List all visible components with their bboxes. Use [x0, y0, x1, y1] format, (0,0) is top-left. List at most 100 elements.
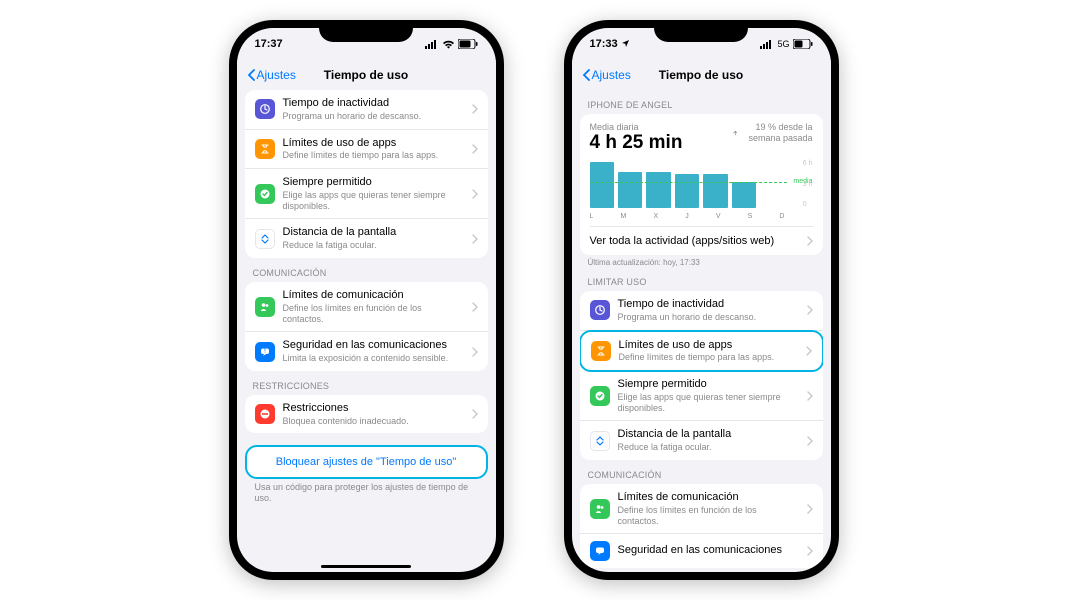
bar [646, 172, 670, 208]
notch [319, 20, 413, 42]
row-title: Distancia de la pantalla [618, 428, 799, 442]
content: Tiempo de inactividad Programa un horari… [237, 90, 496, 572]
row-title: Siempre permitido [618, 378, 799, 392]
usage-chart[interactable]: media 6 h3 h0 LMXJVSD [590, 160, 813, 220]
row-title: Límites de uso de apps [283, 137, 464, 151]
row-title: Siempre permitido [283, 176, 464, 190]
settings-group-comm: Límites de comunicación Define los límit… [245, 282, 488, 371]
chevron-left-icon [247, 69, 255, 81]
chevron-right-icon [472, 347, 478, 357]
chevron-right-icon [472, 144, 478, 154]
distance-icon [255, 229, 275, 249]
row-sub: Define límites de tiempo para las apps. [283, 150, 464, 161]
row-always-allowed[interactable]: Siempre permitidoElige las apps que quie… [580, 371, 823, 421]
page-title: Tiempo de uso [659, 68, 743, 82]
mean-line [590, 182, 787, 183]
distance-icon [590, 431, 610, 451]
back-label: Ajustes [257, 68, 296, 82]
row-text: Seguridad en las comunicaciones Limita l… [283, 339, 464, 364]
row-text: Límites de uso de apps Define límites de… [283, 137, 464, 162]
bar [703, 174, 727, 208]
location-icon [621, 39, 630, 48]
row-title: Límites de uso de apps [619, 339, 798, 353]
row-text: Límites de comunicación Define los límit… [283, 289, 464, 324]
lock-settings-button[interactable]: Bloquear ajustes de "Tiempo de uso" [245, 445, 488, 479]
chevron-right-icon [806, 346, 812, 356]
row-sub: Limita la exposición a contenido sensibl… [283, 353, 464, 364]
bubble-warning-icon: ! [255, 342, 275, 362]
row-comm-limits[interactable]: Límites de comunicaciónDefine los límite… [580, 484, 823, 534]
chevron-right-icon [472, 234, 478, 244]
bubble-warning-icon [590, 541, 610, 561]
row-downtime[interactable]: Tiempo de inactividadPrograma un horario… [580, 291, 823, 331]
hourglass-icon [591, 341, 611, 361]
signal-icon [760, 40, 774, 49]
row-sub: Elige las apps que quieras tener siempre… [618, 392, 799, 414]
row-sub: Bloquea contenido inadecuado. [283, 416, 464, 427]
row-title: Restricciones [283, 402, 464, 416]
row-screen-distance[interactable]: Distancia de la pantallaReduce la fatiga… [580, 421, 823, 460]
delta-label: 19 % desde la semana pasada [733, 122, 813, 144]
content: IPHONE DE ANGEL Media diaria 4 h 25 min … [572, 90, 831, 572]
no-entry-icon [255, 404, 275, 424]
people-icon [255, 297, 275, 317]
chevron-right-icon [807, 391, 813, 401]
clock-moon-icon [590, 300, 610, 320]
row-restrictions[interactable]: Restricciones Bloquea contenido inadecua… [245, 395, 488, 434]
avg-label: Media diaria [590, 122, 683, 132]
row-screen-distance[interactable]: Distancia de la pantalla Reduce la fatig… [245, 219, 488, 258]
phone-right: 17:33 5G Ajustes Tiempo de uso IPHONE DE… [564, 20, 839, 580]
section-header-comm: COMUNICACIÓN [580, 460, 823, 484]
row-app-limits[interactable]: Límites de uso de appsDefine límites de … [580, 330, 823, 373]
chevron-right-icon [472, 302, 478, 312]
home-indicator[interactable] [321, 565, 411, 569]
row-comm-safety[interactable]: ! Seguridad en las comunicaciones Limita… [245, 332, 488, 371]
view-all-activity[interactable]: Ver toda la actividad (apps/sitios web) [590, 226, 813, 247]
row-sub: Reduce la fatiga ocular. [618, 442, 799, 453]
section-header-rest: RESTRICCIONES [245, 371, 488, 395]
chevron-right-icon [472, 409, 478, 419]
battery-icon [458, 39, 478, 49]
bar [590, 162, 614, 208]
row-title: Seguridad en las comunicaciones [283, 339, 464, 353]
view-all-label: Ver toda la actividad (apps/sitios web) [590, 235, 775, 247]
settings-group-comm: Límites de comunicaciónDefine los límite… [580, 484, 823, 568]
back-button[interactable]: Ajustes [582, 68, 631, 82]
row-downtime[interactable]: Tiempo de inactividad Programa un horari… [245, 90, 488, 130]
status-time: 17:33 [590, 38, 630, 50]
row-always-allowed[interactable]: Siempre permitido Elige las apps que qui… [245, 169, 488, 219]
row-sub: Elige las apps que quieras tener siempre… [283, 190, 464, 212]
settings-group-main: Tiempo de inactividad Programa un horari… [245, 90, 488, 258]
chevron-right-icon [472, 189, 478, 199]
status-right: 5G [760, 39, 812, 49]
row-comm-limits[interactable]: Límites de comunicación Define los límit… [245, 282, 488, 332]
people-icon [590, 499, 610, 519]
row-comm-safety[interactable]: Seguridad en las comunicaciones [580, 534, 823, 568]
status-time: 17:37 [255, 38, 283, 50]
chevron-right-icon [807, 436, 813, 446]
avg-value: 4 h 25 min [590, 132, 683, 154]
nav-bar: Ajustes Tiempo de uso [237, 60, 496, 90]
signal-icon [425, 40, 439, 49]
page-title: Tiempo de uso [324, 68, 408, 82]
network-label: 5G [777, 39, 789, 49]
row-app-limits[interactable]: Límites de uso de apps Define límites de… [245, 130, 488, 170]
settings-group-rest: Restricciones Bloquea contenido inadecua… [245, 395, 488, 434]
row-text: Restricciones Bloquea contenido inadecua… [283, 402, 464, 427]
settings-group-limit: Tiempo de inactividadPrograma un horario… [580, 291, 823, 460]
row-title: Distancia de la pantalla [283, 226, 464, 240]
row-sub: Define los límites en función de los con… [618, 505, 799, 527]
row-title: Seguridad en las comunicaciones [618, 544, 799, 558]
back-label: Ajustes [592, 68, 631, 82]
last-update: Última actualización: hoy, 17:33 [580, 255, 823, 267]
hourglass-icon [255, 139, 275, 159]
row-sub: Define los límites en función de los con… [283, 303, 464, 325]
x-axis-ticks: LMXJVSD [590, 213, 785, 220]
phone-left: 17:37 Ajustes Tiempo de uso Tiempo de in… [229, 20, 504, 580]
usage-chart-card: Media diaria 4 h 25 min 19 % desde la se… [580, 114, 823, 255]
row-sub: Programa un horario de descanso. [618, 312, 799, 323]
back-button[interactable]: Ajustes [247, 68, 296, 82]
row-text: Siempre permitido Elige las apps que qui… [283, 176, 464, 211]
row-sub: Reduce la fatiga ocular. [283, 240, 464, 251]
delta-text: 19 % desde la semana pasada [740, 122, 812, 144]
